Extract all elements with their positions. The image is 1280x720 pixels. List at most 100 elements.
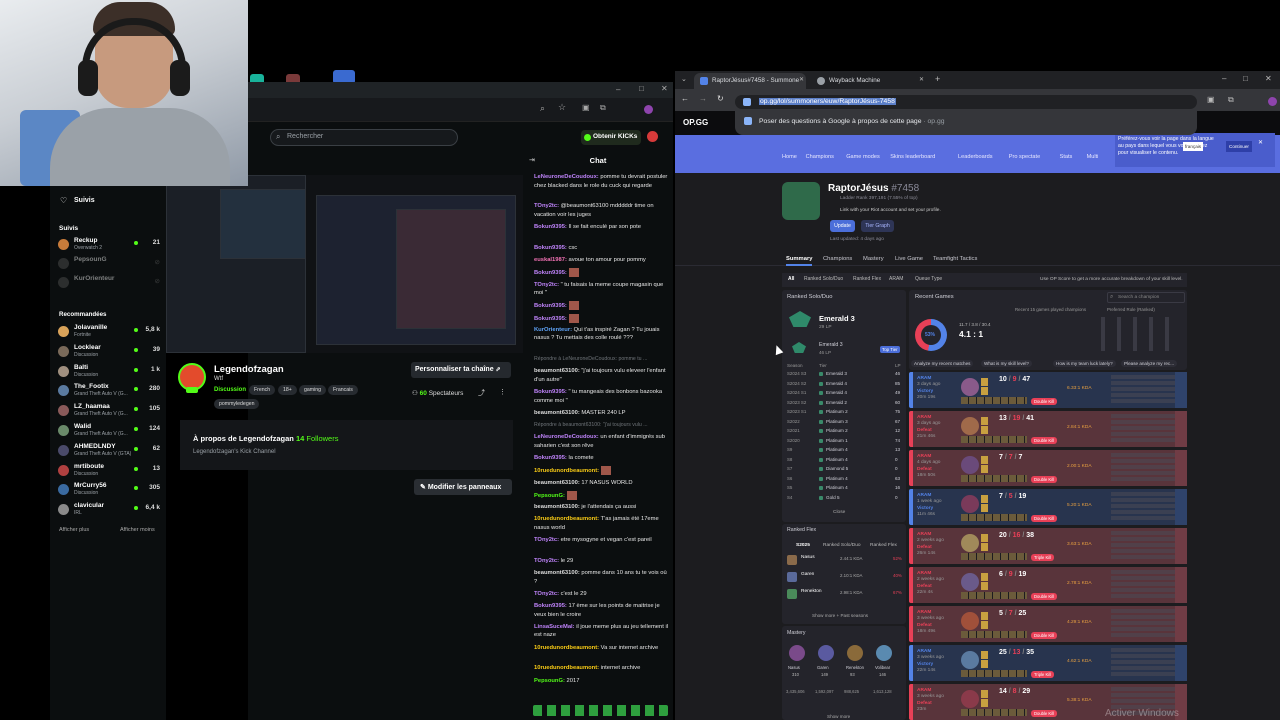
chat-message[interactable]: 10ruedunordbeaumont: Va sur internet arc…: [534, 644, 669, 653]
ai-suggestion-chip[interactable]: Please analyze my rec...: [1121, 360, 1178, 367]
chat-message[interactable]: TOny2tc: le 29: [534, 557, 669, 566]
show-more-seasons[interactable]: Show more + Past seasons: [812, 613, 868, 618]
match-row[interactable]: ARAM 3 days ago Defeat 21m 46s 13 / 19 / 41 2…: [909, 411, 1187, 447]
tab-close-icon[interactable]: ✕: [919, 76, 924, 83]
forward-icon[interactable]: →: [699, 94, 707, 103]
chat-message[interactable]: Bokun9395:: [534, 313, 669, 324]
stream-category[interactable]: Discussion: [214, 387, 246, 393]
close-icon[interactable]: ✕: [661, 84, 668, 93]
chat-username[interactable]: 10ruedunordbeaumont:: [534, 645, 599, 651]
show-more-link[interactable]: Afficher plus: [59, 527, 89, 533]
minimize-icon[interactable]: –: [1222, 74, 1226, 83]
stream-tag[interactable]: gaming: [299, 385, 327, 395]
sidebar-channel[interactable]: Balti Discussion 1 k: [58, 364, 162, 382]
site-info-icon[interactable]: [743, 98, 751, 106]
chat-message[interactable]: TOny2tc: etre mysogyne et vegan c'est pa…: [534, 536, 669, 545]
expand-match-button[interactable]: [1175, 489, 1187, 525]
chat-message[interactable]: beaumont63100: pomme dans 10 ans tu te v…: [534, 569, 669, 586]
sidebar-channel[interactable]: Reckup Overwatch 2 21: [58, 237, 162, 255]
chat-username[interactable]: TOny2tc:: [534, 203, 559, 209]
omnibox-suggestion[interactable]: Poser des questions à Google à propos de…: [735, 109, 1197, 135]
continue-button[interactable]: Continuer: [1226, 141, 1252, 152]
profile-avatar[interactable]: [1268, 97, 1277, 106]
chat-username[interactable]: 10ruedunordbeaumont:: [534, 665, 599, 671]
sidebar-channel[interactable]: clavicular IRL 6,4 k: [58, 502, 162, 520]
expand-match-button[interactable]: [1175, 450, 1187, 486]
ai-suggestion-chip[interactable]: Analyze my recent matches: [911, 360, 974, 367]
chat-username[interactable]: beaumont63100:: [534, 368, 580, 374]
chat-username[interactable]: Bokun9395:: [534, 224, 567, 230]
chat-username[interactable]: Bokun9395:: [534, 389, 567, 395]
profile-avatar[interactable]: [644, 105, 653, 114]
opgg-nav-link[interactable]: Stats: [1060, 154, 1073, 160]
stream-tag[interactable]: French: [249, 385, 276, 395]
chat-username[interactable]: Bokun9395:: [534, 455, 567, 461]
chat-username[interactable]: Bokun9395:: [534, 603, 567, 609]
chat-message[interactable]: Bokun9395:: [534, 301, 669, 311]
opgg-nav-link[interactable]: Leaderboards: [958, 154, 993, 160]
chat-message[interactable]: TOny2tc: c'est le 29: [534, 590, 669, 599]
match-row[interactable]: ARAM 1 week ago Victory 11m 46s 7 / 5 / 19 5.…: [909, 489, 1187, 525]
chat-message[interactable]: LinsaSuceMal: il joue meme plus au jeu t…: [534, 623, 669, 640]
profile-tab[interactable]: Live Game: [895, 256, 923, 262]
queue-tab[interactable]: All: [788, 276, 794, 282]
sidebar-channel[interactable]: Walid Grand Theft Auto V (G... 124: [58, 423, 162, 441]
match-row[interactable]: ARAM 3 weeks ago Victory 22m 14s 25 / 13 / 3…: [909, 645, 1187, 681]
sidebar-channel[interactable]: MrCurry56 Discussion 305: [58, 482, 162, 500]
flex-tab[interactable]: Ranked Flex: [870, 543, 897, 548]
edit-panels-button[interactable]: ✎ Modifier les panneaux: [414, 479, 512, 495]
profile-tab[interactable]: Mastery: [863, 256, 884, 262]
opgg-nav-link[interactable]: Home: [782, 154, 797, 160]
expand-match-button[interactable]: [1175, 372, 1187, 408]
chat-username[interactable]: beaumont63100:: [534, 410, 580, 416]
sidebar-channel[interactable]: PepsounG ⊘: [58, 256, 162, 274]
chat-message[interactable]: PepsounG:: [534, 490, 669, 501]
chat-username[interactable]: PepsounG:: [534, 678, 565, 684]
chat-username[interactable]: beaumont63100:: [534, 480, 580, 486]
chat-username[interactable]: Bokun9395:: [534, 245, 567, 251]
match-row[interactable]: ARAM 3 days ago Victory 20m 19s 10 / 9 / 47 6…: [909, 372, 1187, 408]
ai-suggestion-chip[interactable]: What is my skill level?: [981, 360, 1032, 367]
close-seasons-button[interactable]: Close: [833, 510, 845, 515]
sidebar-channel[interactable]: KurOrienteur ⊘: [58, 275, 162, 293]
chat-username[interactable]: TOny2tc:: [534, 282, 559, 288]
chat-username[interactable]: LinsaSuceMal:: [534, 624, 575, 630]
expand-match-button[interactable]: [1175, 567, 1187, 603]
expand-match-button[interactable]: [1175, 645, 1187, 681]
reload-icon[interactable]: ↻: [717, 94, 724, 103]
search-input[interactable]: ⌕ Rechercher: [270, 129, 458, 146]
chat-message[interactable]: Bokun9395: la comete: [534, 454, 669, 463]
stream-tag[interactable]: pommyledegen: [214, 399, 260, 409]
chat-message[interactable]: 10ruedunordbeaumont: T'as jamais été 17e…: [534, 515, 669, 532]
riot-link-text[interactable]: Link with your Riot account and set your…: [840, 208, 941, 213]
profile-tab[interactable]: Summary: [786, 256, 813, 266]
tier-graph-button[interactable]: Tier Graph: [861, 220, 894, 232]
chat-message[interactable]: KurOrienteur: Qui t'as inspiré Zagan ? T…: [534, 326, 669, 343]
chat-message[interactable]: Répondre à beaumont63100: "j'ai toujours…: [534, 421, 669, 430]
chat-username[interactable]: LeNeuroneDeCoudoux:: [534, 174, 599, 180]
chat-message[interactable]: Bokun9395: csc: [534, 244, 669, 253]
video-player[interactable]: [166, 175, 523, 353]
back-icon[interactable]: ←: [681, 94, 689, 103]
chat-username[interactable]: beaumont63100:: [534, 570, 580, 576]
chat-message[interactable]: PepsounG: 2017: [534, 677, 669, 686]
chat-username[interactable]: beaumont63100:: [534, 504, 580, 510]
sidebar-channel[interactable]: The_Footix Grand Theft Auto V (G... 280: [58, 383, 162, 401]
chat-message[interactable]: beaumont63100: "j'ai toujours vulu eleve…: [534, 367, 669, 384]
chat-emote-bar[interactable]: [533, 705, 668, 716]
queue-tab[interactable]: Ranked Solo/Duo: [804, 276, 843, 282]
stream-tag[interactable]: 18+: [278, 385, 297, 395]
following-heading[interactable]: Suivis: [74, 197, 95, 204]
chat-message[interactable]: beaumont63100: 17 NASUS WORLD: [534, 479, 669, 488]
zoom-icon[interactable]: ⌕: [540, 103, 545, 114]
tab-opgg[interactable]: RaptorJésus#7458 - Summone: [694, 73, 806, 89]
expand-match-button[interactable]: [1175, 411, 1187, 447]
extension-icon[interactable]: ▣: [582, 103, 590, 112]
update-button[interactable]: Update: [830, 220, 855, 232]
opgg-nav-link[interactable]: Game modes: [846, 154, 880, 160]
url-input[interactable]: op.gg/lol/summoners/euw/RaptorJésus-7458: [735, 95, 1197, 109]
show-less-link[interactable]: Afficher moins: [120, 527, 155, 533]
chat-message[interactable]: Bokun9395:: [534, 268, 669, 278]
maximize-icon[interactable]: □: [639, 84, 644, 93]
champion-search-input[interactable]: ⌕ Search a champion: [1107, 292, 1185, 303]
